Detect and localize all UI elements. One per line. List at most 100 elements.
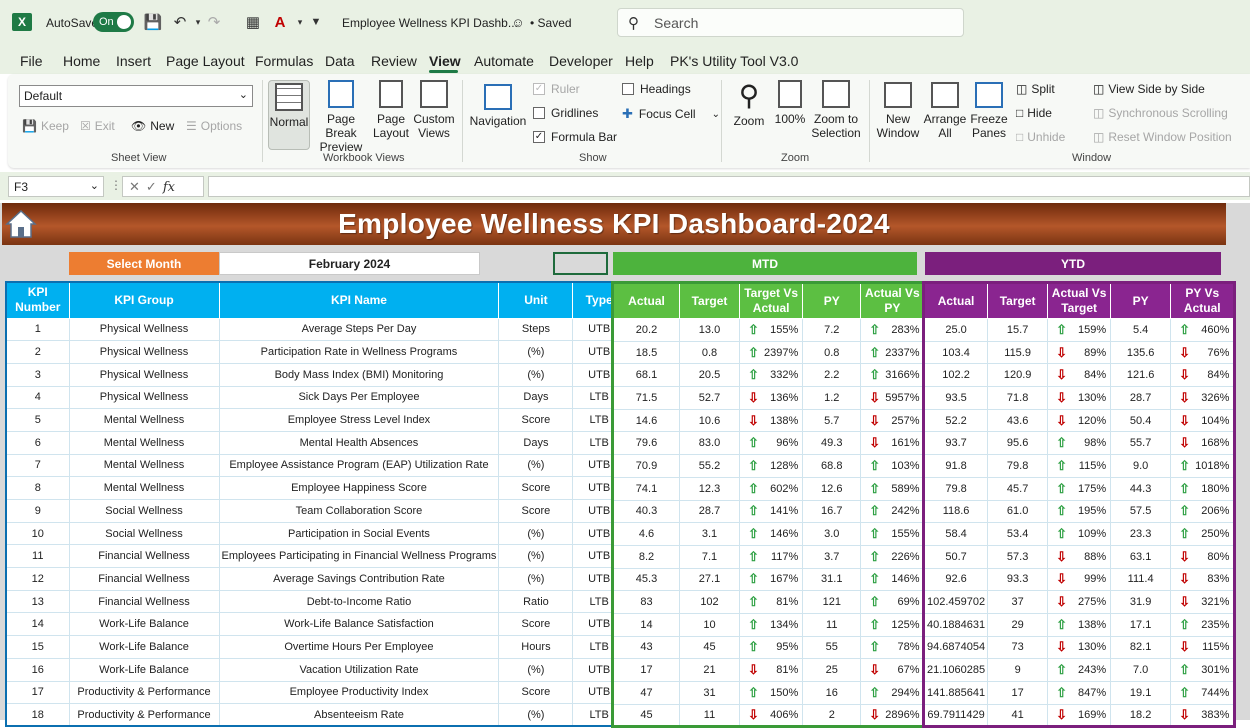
mtd-py-cell[interactable]: 55 — [802, 635, 862, 660]
unhide-button[interactable]: □ Unhide — [1016, 130, 1065, 144]
mtd-target-cell[interactable]: 31 — [679, 681, 740, 705]
mtd-actual-cell[interactable]: 43 — [612, 635, 680, 660]
mtd-actual-vs-py-cell[interactable]: ⇧ 78% — [860, 635, 926, 660]
enter-icon[interactable]: ✓ — [146, 179, 163, 194]
mtd-py-cell[interactable]: 49.3 — [802, 431, 862, 456]
ytd-target-cell[interactable]: 15.7 — [987, 318, 1049, 342]
ytd-actual-vs-target-cell[interactable]: ⇧ 159% — [1047, 318, 1112, 342]
mtd-target-vs-actual-cell[interactable]: ⇩ 138% — [738, 408, 804, 433]
mtd-actual-vs-py-cell[interactable]: ⇧ 589% — [860, 476, 926, 501]
ytd-py-cell[interactable]: 82.1 — [1110, 635, 1172, 660]
mtd-actual-cell[interactable]: 45.3 — [612, 567, 680, 592]
tab-file[interactable]: File — [20, 53, 43, 69]
mtd-target-cell[interactable]: 10 — [679, 612, 740, 637]
ytd-py-cell[interactable]: 23.3 — [1110, 522, 1172, 546]
mtd-actual-vs-py-cell[interactable]: ⇧ 103% — [860, 454, 926, 478]
ytd-py-vs-actual-cell[interactable]: ⇩ 383% — [1170, 703, 1236, 728]
ytd-actual-vs-target-cell[interactable]: ⇧ 115% — [1047, 454, 1112, 478]
page-layout-view-button[interactable]: Page Layout — [372, 80, 410, 140]
focus-cell-button[interactable]: ✚ Focus Cell ⌄ — [622, 106, 720, 122]
ytd-target-cell[interactable]: 41 — [987, 703, 1049, 728]
ytd-py-cell[interactable]: 135.6 — [1110, 340, 1172, 365]
unit-cell[interactable]: (%) — [498, 567, 574, 591]
mtd-py-cell[interactable]: 2.2 — [802, 363, 862, 388]
ytd-actual-cell[interactable]: 93.7 — [922, 431, 989, 456]
kpi-name-cell[interactable]: Employees Participating in Financial Wel… — [218, 544, 500, 569]
ytd-py-vs-actual-cell[interactable]: ⇧ 1018% — [1170, 454, 1236, 478]
customize-toolbar-icon[interactable]: ▼ — [306, 12, 326, 32]
kpi-name-cell[interactable]: Employee Happiness Score — [218, 476, 500, 500]
mtd-target-vs-actual-cell[interactable]: ⇧ 167% — [738, 567, 804, 592]
mtd-actual-cell[interactable]: 71.5 — [612, 386, 680, 410]
tab-page-layout[interactable]: Page Layout — [166, 53, 245, 69]
arrange-all-button[interactable]: Arrange All — [922, 80, 968, 140]
kpi-number-cell[interactable]: 8 — [5, 476, 70, 500]
mtd-target-cell[interactable]: 83.0 — [679, 431, 740, 456]
ytd-actual-vs-target-cell[interactable]: ⇩ 99% — [1047, 567, 1112, 592]
mtd-actual-vs-py-cell[interactable]: ⇧ 3166% — [860, 363, 926, 388]
tab-view[interactable]: View — [429, 53, 461, 69]
mtd-target-cell[interactable]: 102 — [679, 590, 740, 614]
ytd-actual-cell[interactable]: 52.2 — [922, 408, 989, 433]
ytd-target-cell[interactable]: 9 — [987, 658, 1049, 682]
mtd-target-vs-actual-cell[interactable]: ⇩ 81% — [738, 658, 804, 682]
ytd-actual-vs-target-cell[interactable]: ⇧ 847% — [1047, 681, 1112, 705]
headings-checkbox[interactable]: Headings — [622, 82, 691, 96]
mtd-target-vs-actual-cell[interactable]: ⇧ 146% — [738, 522, 804, 546]
ytd-actual-vs-target-cell[interactable]: ⇧ 98% — [1047, 431, 1112, 456]
ytd-actual-vs-target-cell[interactable]: ⇩ 169% — [1047, 703, 1112, 728]
kpi-number-cell[interactable]: 10 — [5, 521, 70, 546]
mtd-actual-cell[interactable]: 68.1 — [612, 363, 680, 388]
ytd-py-vs-actual-cell[interactable]: ⇩ 83% — [1170, 567, 1236, 592]
kpi-number-cell[interactable]: 18 — [5, 703, 70, 727]
ytd-target-cell[interactable]: 43.6 — [987, 408, 1049, 433]
unit-cell[interactable]: Hours — [498, 635, 574, 659]
ytd-actual-vs-target-cell[interactable]: ⇩ 275% — [1047, 590, 1112, 614]
kpi-name-cell[interactable]: Average Savings Contribution Rate — [218, 567, 500, 591]
ytd-target-cell[interactable]: 115.9 — [987, 340, 1049, 365]
kpi-number-cell[interactable]: 14 — [5, 612, 70, 637]
ytd-py-vs-actual-cell[interactable]: ⇩ 84% — [1170, 363, 1236, 388]
ytd-py-vs-actual-cell[interactable]: ⇩ 321% — [1170, 590, 1236, 614]
mtd-actual-vs-py-cell[interactable]: ⇩ 257% — [860, 408, 926, 433]
tab-formulas[interactable]: Formulas — [255, 53, 313, 69]
ytd-py-cell[interactable]: 50.4 — [1110, 408, 1172, 433]
mtd-py-cell[interactable]: 3.0 — [802, 522, 862, 546]
kpi-group-cell[interactable]: Productivity & Performance — [68, 703, 220, 727]
mtd-actual-cell[interactable]: 20.2 — [612, 318, 680, 342]
kpi-number-cell[interactable]: 17 — [5, 680, 70, 705]
reset-window-position-button[interactable]: ◫ Reset Window Position — [1093, 130, 1232, 144]
kpi-number-cell[interactable]: 15 — [5, 635, 70, 659]
mtd-actual-vs-py-cell[interactable]: ⇧ 242% — [860, 499, 926, 524]
unit-cell[interactable]: Score — [498, 408, 574, 432]
mtd-target-cell[interactable]: 10.6 — [679, 408, 740, 433]
view-side-by-side-button[interactable]: ◫ View Side by Side — [1093, 82, 1205, 96]
ytd-py-vs-actual-cell[interactable]: ⇧ 250% — [1170, 522, 1236, 546]
ytd-target-cell[interactable]: 61.0 — [987, 499, 1049, 524]
mtd-target-cell[interactable]: 45 — [679, 635, 740, 660]
ytd-py-vs-actual-cell[interactable]: ⇩ 104% — [1170, 408, 1236, 433]
mtd-py-cell[interactable]: 121 — [802, 590, 862, 614]
mtd-target-vs-actual-cell[interactable]: ⇧ 155% — [738, 318, 804, 342]
ytd-py-vs-actual-cell[interactable]: ⇩ 168% — [1170, 431, 1236, 456]
ytd-py-cell[interactable]: 19.1 — [1110, 681, 1172, 705]
mtd-actual-vs-py-cell[interactable]: ⇧ 69% — [860, 590, 926, 614]
mtd-actual-cell[interactable]: 18.5 — [612, 340, 680, 365]
kpi-name-cell[interactable]: Employee Stress Level Index — [218, 408, 500, 432]
mtd-actual-cell[interactable]: 47 — [612, 681, 680, 705]
ytd-actual-vs-target-cell[interactable]: ⇧ 243% — [1047, 658, 1112, 682]
new-sheet-view-button[interactable]: 👁 New — [131, 119, 174, 133]
select-month-dropdown[interactable]: February 2024 — [219, 252, 480, 275]
unit-cell[interactable]: (%) — [498, 521, 574, 546]
ytd-actual-cell[interactable]: 92.6 — [922, 567, 989, 592]
mtd-target-vs-actual-cell[interactable]: ⇧ 128% — [738, 454, 804, 478]
kpi-group-cell[interactable]: Mental Wellness — [68, 476, 220, 500]
kpi-number-cell[interactable]: 11 — [5, 544, 70, 569]
unit-cell[interactable]: Days — [498, 430, 574, 455]
mtd-py-cell[interactable]: 0.8 — [802, 340, 862, 365]
ytd-py-vs-actual-cell[interactable]: ⇧ 460% — [1170, 318, 1236, 342]
mtd-target-vs-actual-cell[interactable]: ⇧ 95% — [738, 635, 804, 660]
ytd-actual-vs-target-cell[interactable]: ⇧ 138% — [1047, 612, 1112, 637]
mtd-target-vs-actual-cell[interactable]: ⇩ 136% — [738, 386, 804, 410]
mtd-py-cell[interactable]: 31.1 — [802, 567, 862, 592]
